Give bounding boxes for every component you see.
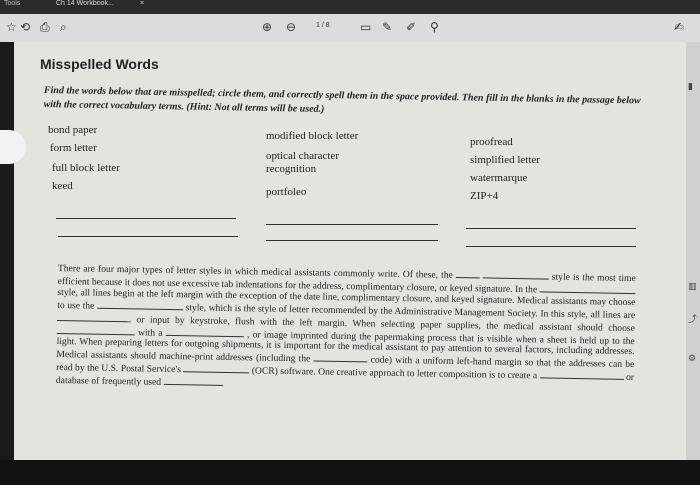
comment-icon[interactable]: ▭ <box>360 20 371 34</box>
page-total: 8 <box>325 22 330 29</box>
pdf-toolbar: ☆ ⟲ ⎙ ⌕ ⊕ ⊖ 1 / 8 ▭ ✎ ✐ ⚲ ✍ <box>0 14 700 42</box>
stamp-icon[interactable]: ⚲ <box>430 20 439 34</box>
page-up-icon[interactable]: ⊕ <box>262 20 272 34</box>
page-current[interactable]: 1 <box>316 22 320 29</box>
passage-text: . <box>221 378 225 390</box>
tools-icon[interactable]: ⚙ <box>688 354 696 364</box>
passage-text: (OCR) software. One creative approach to… <box>251 365 538 382</box>
scroll-handle-icon[interactable]: ▮ <box>688 82 693 92</box>
edit-icon[interactable]: ▥ <box>688 282 697 292</box>
passage-blank[interactable] <box>313 352 368 363</box>
word-option: proofread <box>470 136 513 148</box>
word-option: ZIP+4 <box>470 190 499 202</box>
passage-blank[interactable] <box>56 324 135 335</box>
right-tools-panel: ▮ ▥ ⤴ ⚙ <box>686 42 700 460</box>
answer-blank[interactable] <box>56 218 236 219</box>
passage: There are four major types of letter sty… <box>56 262 636 397</box>
passage-blank[interactable] <box>163 376 222 387</box>
page-indicator: 1 / 8 <box>316 22 330 29</box>
share-icon[interactable]: ⟲ <box>20 20 30 34</box>
pen-icon[interactable]: ✎ <box>382 20 392 34</box>
word-option: form letter <box>50 142 97 154</box>
word-option: simplified letter <box>470 154 540 166</box>
passage-text: with a <box>137 326 163 339</box>
bottom-bar <box>0 460 700 485</box>
passage-blank[interactable] <box>183 363 250 374</box>
bookmark-icon[interactable]: ☆ <box>6 20 17 34</box>
tab-tools[interactable]: Tools <box>4 0 20 7</box>
print-icon[interactable]: ⎙ <box>40 20 50 35</box>
passage-blank[interactable] <box>96 299 184 310</box>
passage-blank[interactable] <box>165 326 244 337</box>
word-option: portfoleo <box>266 186 307 198</box>
tab-close-button[interactable]: × <box>140 0 144 7</box>
section-title: Misspelled Words <box>40 56 159 72</box>
answer-blank[interactable] <box>466 228 636 229</box>
zoom-search-icon[interactable]: ⌕ <box>60 20 67 35</box>
answer-blank[interactable] <box>266 240 438 241</box>
word-option: watermarque <box>470 172 528 184</box>
answer-blank[interactable] <box>266 224 438 225</box>
word-option: bond paper <box>48 124 98 136</box>
tab-document[interactable]: Ch 14 Workbook... <box>56 0 114 7</box>
word-option: optical character recognition <box>266 150 339 175</box>
word-option: keed <box>52 180 73 192</box>
passage-blank[interactable] <box>455 268 480 279</box>
tab-bar: Tools Ch 14 Workbook... × <box>0 0 700 14</box>
answer-blank[interactable] <box>58 236 238 237</box>
passage-blank[interactable] <box>482 269 549 280</box>
passage-blank[interactable] <box>539 369 624 381</box>
sign-icon[interactable]: ✍ <box>674 20 684 34</box>
word-option: full block letter <box>52 162 120 174</box>
passage-blank[interactable] <box>539 283 636 294</box>
highlight-icon[interactable]: ✐ <box>406 20 416 34</box>
answer-blank[interactable] <box>466 246 636 247</box>
collapse-icon[interactable]: ⤴ <box>688 312 697 325</box>
page-separator: / <box>321 22 324 29</box>
word-option: modified block letter <box>266 130 359 142</box>
page-down-icon[interactable]: ⊖ <box>286 20 296 34</box>
passage-blank[interactable] <box>56 311 132 322</box>
